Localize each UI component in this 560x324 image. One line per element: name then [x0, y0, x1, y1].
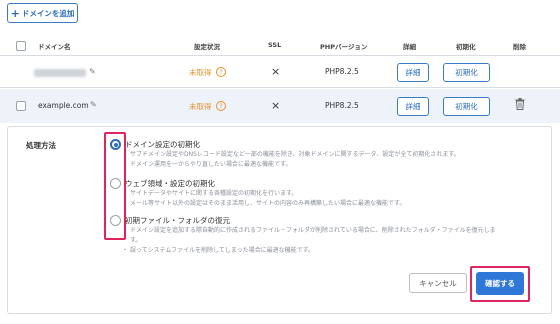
add-domain-button[interactable]: + ドメインを追加	[7, 3, 78, 23]
option-title: ドメイン設定の初期化	[125, 140, 200, 149]
option-title: ウェブ領域・設定の初期化	[125, 179, 215, 188]
radio-initialize-domain[interactable]	[110, 139, 121, 150]
header-php-version: PHPバージョン	[320, 43, 368, 51]
option-description: ドメイン運用を一からやり直したい場合に最適な機能です。	[130, 161, 292, 168]
status-text: 未取得	[189, 102, 212, 111]
edit-pencil-icon[interactable]: ✎	[89, 67, 96, 76]
trash-icon-svg	[515, 98, 525, 110]
processing-method-label: 処理方法	[26, 141, 56, 150]
table-header: ドメイン名 設定状況 SSL PHPバージョン 詳細 初期化 削除	[0, 36, 560, 56]
confirm-button[interactable]: 確認する	[476, 272, 524, 295]
header-delete: 削除	[513, 43, 526, 51]
details-button[interactable]: 詳細	[397, 63, 429, 82]
initialize-button[interactable]: 初期化	[443, 97, 490, 116]
header-settings-status: 設定状況	[194, 43, 220, 51]
status-text: 未取得	[189, 68, 212, 77]
row-checkbox[interactable]	[16, 101, 26, 111]
trash-icon[interactable]	[515, 98, 525, 113]
header-ssl: SSL	[268, 41, 282, 49]
option-description: サブドメイン設定やDNSレコード設定など一部の機能を除き、対象ドメインに関するデ…	[130, 151, 460, 158]
option-title: 初期ファイル・フォルダの復元	[125, 216, 230, 225]
plus-icon: +	[10, 6, 20, 20]
option-description: ・ 誤ってシステムファイルを削除してしまった場合に最適な機能です。	[122, 247, 315, 254]
radio-restore-initial-files[interactable]	[110, 215, 121, 226]
select-all-checkbox[interactable]	[16, 41, 26, 51]
option-description: メール等サイト以外の設定はそのまま活用し、サイトの内容のみ再構築したい場合に最適…	[130, 200, 406, 207]
php-version: PHP8.2.5	[325, 101, 359, 110]
php-version: PHP8.2.5	[325, 67, 359, 76]
edit-pencil-icon[interactable]: ✎	[90, 100, 97, 109]
help-icon[interactable]: ?	[216, 101, 226, 111]
ssl-status: ×	[271, 99, 281, 112]
option-description: ドメイン設定を追加する際自動的に作成されるファイル・フォルダが削除されている場合…	[130, 227, 496, 234]
table-row: example.com ✎ 未取得 ? × PHP8.2.5 詳細 初期化	[0, 89, 560, 123]
help-icon[interactable]: ?	[216, 67, 226, 77]
redacted-domain-name	[34, 69, 86, 77]
ssl-status: ×	[271, 65, 281, 78]
header-domain: ドメイン名	[38, 43, 71, 51]
domain-name: example.com	[38, 101, 89, 110]
initialize-button[interactable]: 初期化	[443, 63, 490, 82]
table-row: ✎ 未取得 ? × PHP8.2.5 詳細 初期化	[0, 57, 560, 88]
option-description: サイトデータやサイトに関する各種設定の初期化を行います。	[130, 190, 298, 197]
add-domain-label: ドメインを追加	[21, 8, 75, 18]
cancel-button[interactable]: キャンセル	[409, 273, 467, 293]
radio-initialize-web-area[interactable]	[110, 178, 121, 189]
option-description: す。	[130, 237, 142, 244]
header-details: 詳細	[403, 43, 416, 51]
details-button[interactable]: 詳細	[397, 97, 429, 116]
header-initialize: 初期化	[456, 43, 476, 51]
